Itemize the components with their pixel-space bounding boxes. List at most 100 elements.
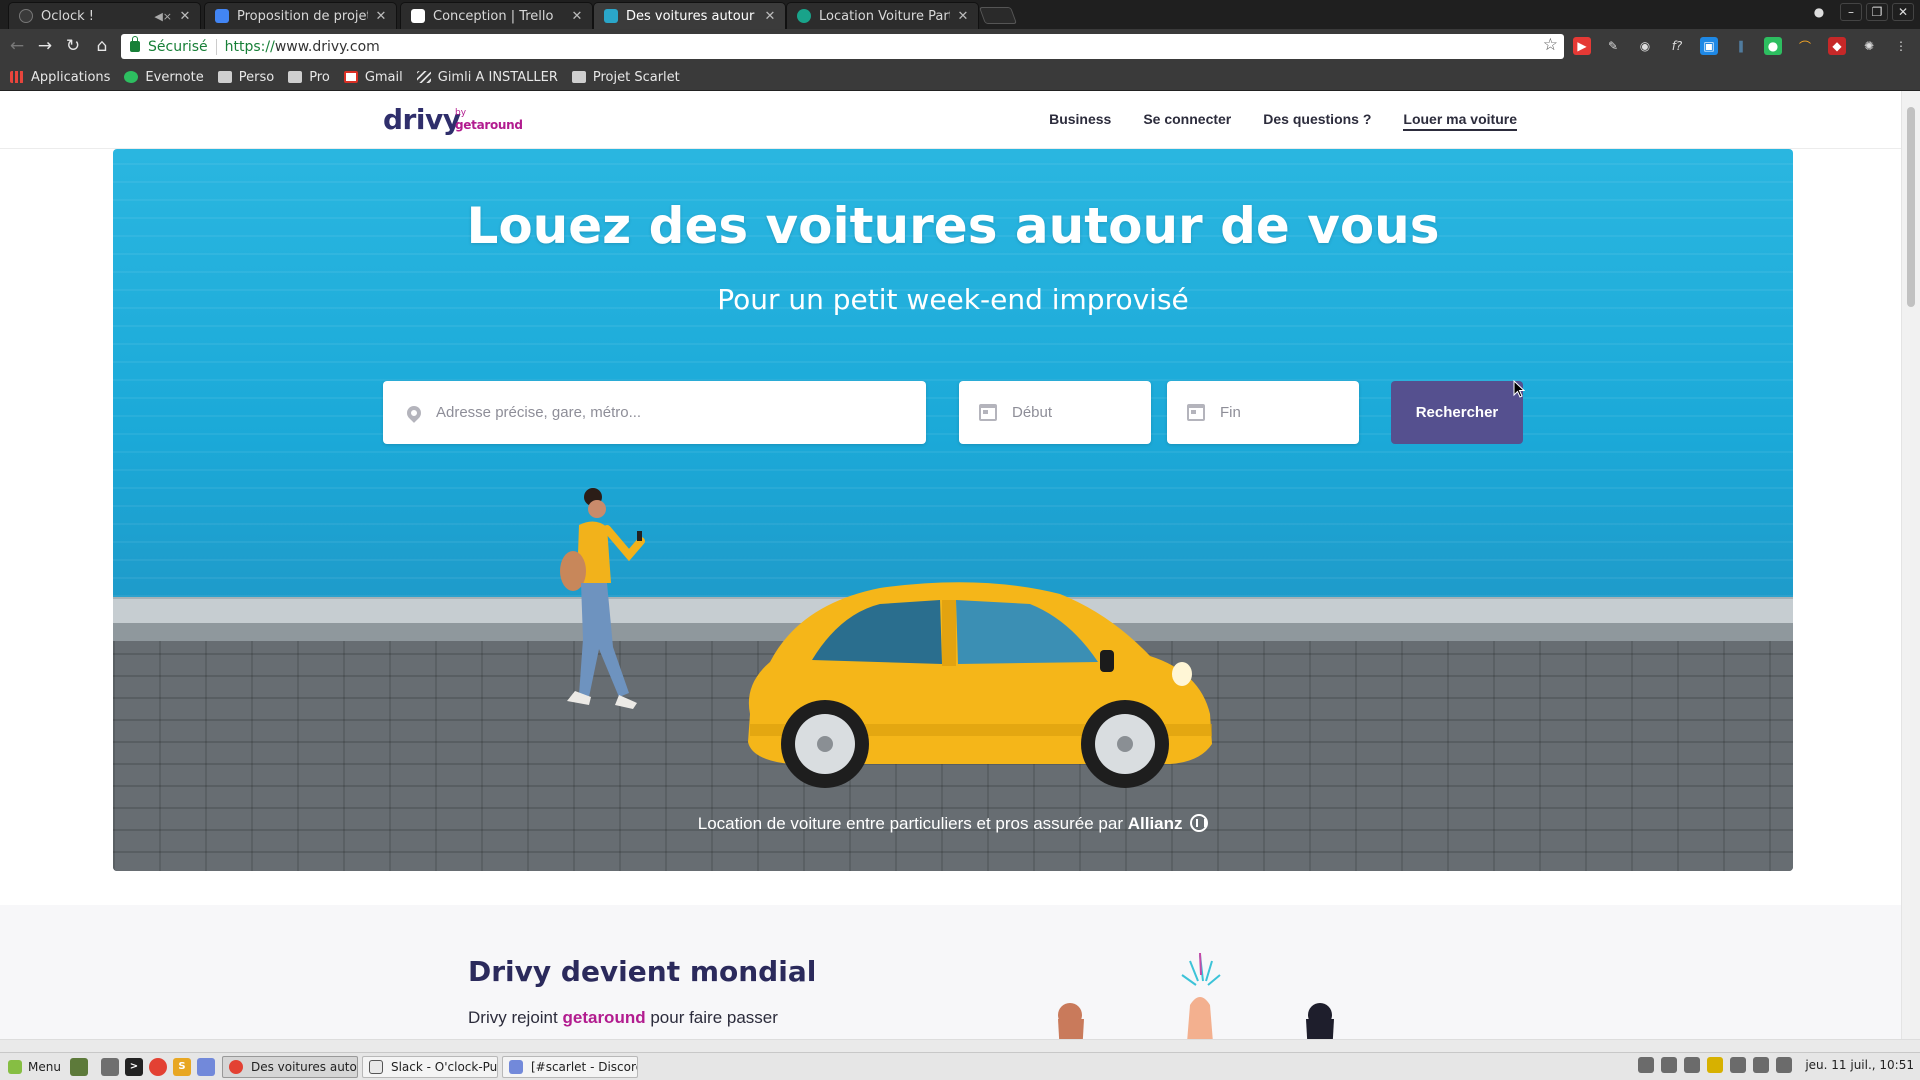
file-manager-icon[interactable] bbox=[100, 1057, 119, 1076]
edit-extension-icon[interactable]: ∥ bbox=[1732, 37, 1750, 55]
start-menu-button[interactable]: Menu bbox=[0, 1053, 67, 1080]
folder-icon bbox=[288, 71, 303, 83]
bookmark-gmail[interactable]: Gmail bbox=[343, 69, 403, 85]
tab-oclock[interactable]: Oclock ! ◀× ✕ bbox=[8, 2, 201, 29]
close-icon[interactable]: ✕ bbox=[178, 9, 192, 24]
volume-icon[interactable] bbox=[1753, 1057, 1770, 1073]
horizontal-scrollbar[interactable] bbox=[0, 1039, 1920, 1052]
close-icon[interactable]: ✕ bbox=[956, 9, 970, 24]
start-date-field[interactable] bbox=[959, 381, 1151, 444]
rainbow-extension-icon[interactable]: ⌒ bbox=[1796, 37, 1814, 55]
bookmark-label: Projet Scarlet bbox=[592, 69, 680, 85]
youtube-extension-icon[interactable]: ▶ bbox=[1573, 37, 1591, 55]
taskbar-window-slack[interactable]: Slack - O'clock-Pulsar bbox=[361, 1055, 498, 1078]
end-date-field[interactable] bbox=[1167, 381, 1359, 444]
getaround-brand: getaround bbox=[562, 1008, 646, 1027]
bookmark-label: Gimli A INSTALLER bbox=[437, 69, 558, 85]
ublock-extension-icon[interactable]: ◆ bbox=[1828, 37, 1846, 55]
close-icon[interactable]: ✕ bbox=[570, 9, 584, 24]
window-label: Slack - O'clock-Pulsar bbox=[390, 1059, 498, 1074]
back-arrow-icon[interactable]: ← bbox=[6, 35, 28, 57]
bookmark-pro[interactable]: Pro bbox=[288, 70, 330, 85]
bookmark-label: Gmail bbox=[364, 69, 403, 85]
tab-drivy[interactable]: Des voitures autour de ✕ bbox=[593, 2, 786, 29]
network-icon[interactable] bbox=[1776, 1057, 1793, 1073]
end-date-input[interactable] bbox=[1220, 404, 1359, 421]
address-search-field[interactable] bbox=[383, 381, 926, 444]
hero-title: Louez des voitures autour de vous bbox=[466, 197, 1440, 255]
calendar-icon bbox=[979, 404, 997, 421]
bookmark-star-icon[interactable]: ☆ bbox=[1543, 35, 1558, 55]
drivy-favicon-icon bbox=[604, 9, 618, 23]
notes-tray-icon[interactable] bbox=[1707, 1057, 1724, 1073]
speaker-muted-icon[interactable]: ◀× bbox=[154, 10, 172, 23]
news-section: Drivy devient mondial Drivy rejoint geta… bbox=[0, 905, 1901, 1039]
tab-location-voiture[interactable]: Location Voiture Particu ✕ bbox=[786, 2, 979, 29]
close-window-button[interactable]: ✕ bbox=[1892, 3, 1914, 21]
close-icon[interactable]: ✕ bbox=[763, 9, 777, 24]
bookmark-perso[interactable]: Perso bbox=[217, 69, 275, 85]
hero-banner: Louez des voitures autour de vous Pour u… bbox=[113, 149, 1793, 871]
bookmark-gimli[interactable]: Gimli A INSTALLER bbox=[416, 69, 558, 85]
taskbar-window-discord[interactable]: [#scarlet - Discord] bbox=[501, 1055, 638, 1078]
show-desktop-icon[interactable] bbox=[69, 1057, 88, 1076]
taskbar-window-chrome[interactable]: Des voitures autour ... bbox=[221, 1055, 358, 1078]
clock[interactable]: jeu. 11 juil., 10:51 bbox=[1805, 1058, 1914, 1072]
tab-extension-icon[interactable]: ▣ bbox=[1700, 37, 1718, 55]
window-label: Des voitures autour ... bbox=[250, 1059, 357, 1074]
scrollbar-thumb[interactable] bbox=[1907, 107, 1915, 307]
discord-icon[interactable] bbox=[196, 1057, 215, 1076]
slack-icon[interactable]: S bbox=[172, 1057, 191, 1076]
camera-extension-icon[interactable]: ◉ bbox=[1636, 37, 1654, 55]
google-docs-icon bbox=[215, 9, 229, 23]
address-bar[interactable]: Sécurisé https://www.drivy.com ☆ bbox=[121, 34, 1564, 59]
allianz-eagle-icon bbox=[1190, 814, 1209, 832]
reload-icon[interactable]: ↻ bbox=[62, 35, 84, 57]
font-extension-icon[interactable]: f? bbox=[1668, 37, 1686, 55]
evernote-extension-icon[interactable]: ● bbox=[1764, 37, 1782, 55]
main-nav: Business Se connecter Des questions ? Lo… bbox=[1049, 111, 1517, 131]
hero-subtitle: Pour un petit week-end improvisé bbox=[717, 283, 1189, 316]
oclock-favicon-icon bbox=[19, 9, 33, 23]
start-date-input[interactable] bbox=[1012, 404, 1151, 421]
nav-business[interactable]: Business bbox=[1049, 111, 1111, 131]
apps-grid-icon bbox=[10, 71, 24, 83]
tab-label: Conception | Trello bbox=[433, 8, 554, 24]
minimize-button[interactable]: – bbox=[1840, 3, 1862, 21]
nav-faq[interactable]: Des questions ? bbox=[1263, 111, 1371, 131]
vertical-scrollbar[interactable] bbox=[1901, 91, 1920, 1039]
nav-rent-my-car[interactable]: Louer ma voiture bbox=[1403, 111, 1517, 131]
high-five-illustration bbox=[1058, 952, 1334, 1039]
tab-label: Oclock ! bbox=[41, 8, 94, 24]
pen-extension-icon[interactable]: ✎ bbox=[1604, 37, 1622, 55]
bookmark-evernote[interactable]: Evernote bbox=[124, 70, 204, 85]
close-icon[interactable]: ✕ bbox=[374, 9, 388, 24]
tab-label: Proposition de projet - G bbox=[237, 8, 368, 24]
new-tab-button[interactable] bbox=[978, 7, 1018, 24]
tools-tray-icon[interactable] bbox=[1730, 1057, 1747, 1073]
bookmark-label: Perso bbox=[238, 69, 275, 85]
home-icon[interactable]: ⌂ bbox=[91, 35, 113, 57]
mouse-cursor-icon bbox=[1513, 380, 1525, 398]
pen-tray-icon[interactable] bbox=[1684, 1057, 1701, 1073]
nav-login[interactable]: Se connecter bbox=[1143, 111, 1231, 131]
terminal-icon[interactable]: > bbox=[124, 1057, 143, 1076]
chrome-icon[interactable] bbox=[148, 1057, 167, 1076]
tab-proposition[interactable]: Proposition de projet - G ✕ bbox=[204, 2, 397, 29]
forward-arrow-icon[interactable]: → bbox=[34, 35, 56, 57]
logo-by: by bbox=[455, 108, 467, 118]
tab-trello[interactable]: Conception | Trello ✕ bbox=[400, 2, 593, 29]
bookmark-applications[interactable]: Applications bbox=[10, 70, 110, 85]
menu-dots-icon[interactable]: ⋮ bbox=[1892, 37, 1910, 55]
react-extension-icon[interactable]: ✺ bbox=[1860, 37, 1878, 55]
discord-tray-icon[interactable] bbox=[1638, 1057, 1655, 1073]
folder-icon bbox=[217, 71, 232, 83]
settings-tray-icon[interactable] bbox=[1661, 1057, 1678, 1073]
profile-icon[interactable]: ● bbox=[1808, 3, 1830, 21]
bookmark-projet-scarlet[interactable]: Projet Scarlet bbox=[571, 69, 680, 85]
restore-button[interactable]: ❐ bbox=[1866, 3, 1888, 21]
search-button[interactable]: Rechercher bbox=[1391, 381, 1523, 444]
browser-toolbar: ← → ↻ ⌂ Sécurisé https://www.drivy.com ☆… bbox=[0, 29, 1920, 64]
address-input[interactable] bbox=[436, 404, 926, 421]
drivy-logo[interactable]: drivy bbox=[383, 103, 461, 136]
